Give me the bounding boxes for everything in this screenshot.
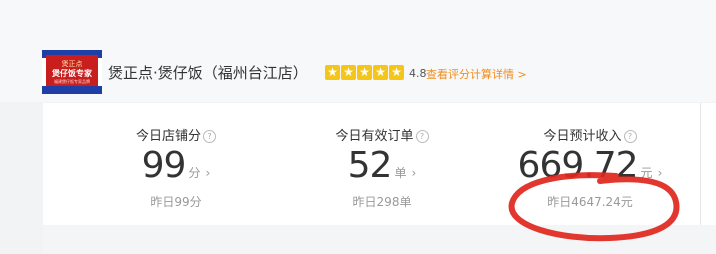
rating-score: 4.8 <box>409 67 427 80</box>
star-icon: ★ <box>373 65 388 80</box>
card-right-edge <box>700 103 716 225</box>
help-icon[interactable]: ? <box>415 130 429 143</box>
metric-label: 今日店铺分? <box>76 125 276 144</box>
logo-line2: 煲仔饭专家 <box>52 68 92 78</box>
metric-value: 52 <box>347 145 393 186</box>
metric-value: 669.72 <box>517 145 639 186</box>
logo-line1: 煲正点 <box>61 59 83 68</box>
star-icon: ★ <box>357 65 372 80</box>
rating-stars: ★ ★ ★ ★ ★ <box>325 65 404 80</box>
metric-yesterday: 昨日4647.24元 <box>547 195 633 209</box>
logo-line3: 福建煲仔饭专家品牌 <box>54 78 90 84</box>
metric-unit: 元 <box>640 166 653 180</box>
star-icon: ★ <box>341 65 356 80</box>
metric-yesterday: 昨日298单 <box>352 195 412 209</box>
star-icon: ★ <box>389 65 404 80</box>
logo-badge: 煲正点 煲仔饭专家 福建煲仔饭专家品牌 <box>46 55 98 89</box>
metric-unit: 分 <box>188 166 201 180</box>
help-icon[interactable]: ? <box>203 130 216 143</box>
chevron-right-icon: › <box>657 166 663 180</box>
top-band <box>0 0 716 40</box>
metric-value-row: 669.72 元 › <box>490 145 690 186</box>
metric-valid-orders[interactable]: 今日有效订单? 52 单 › 昨日298单 <box>282 103 482 225</box>
shop-header: 煲正点 煲仔饭专家 福建煲仔饭专家品牌 煲正点·煲仔饭（福州台江店） ★ ★ ★… <box>0 40 716 102</box>
chevron-right-icon: › <box>205 166 211 180</box>
star-icon: ★ <box>325 65 340 80</box>
metric-value: 99 <box>141 145 187 186</box>
metric-expected-income[interactable]: 今日预计收入? 669.72 元 › 昨日4647.24元 <box>490 103 690 225</box>
metric-store-score[interactable]: 今日店铺分? 99 分 › 昨日99分 <box>76 103 276 225</box>
metric-value-row: 52 单 › <box>282 145 482 186</box>
metric-label: 今日有效订单? <box>282 125 482 144</box>
logo-stripe-bottom <box>42 86 102 94</box>
shop-name: 煲正点·煲仔饭（福州台江店） <box>108 64 308 82</box>
help-icon[interactable]: ? <box>623 130 637 143</box>
chevron-right-icon: › <box>411 166 417 180</box>
rating-detail-link[interactable]: 查看评分计算详情 > <box>426 66 527 82</box>
metric-label: 今日预计收入? <box>490 125 690 144</box>
metric-value-row: 99 分 › <box>76 145 276 186</box>
metric-unit: 单 <box>394 166 407 180</box>
metric-yesterday: 昨日99分 <box>150 195 202 209</box>
shop-logo: 煲正点 煲仔饭专家 福建煲仔饭专家品牌 <box>42 50 102 94</box>
metrics-card: 今日店铺分? 99 分 › 昨日99分 今日有效订单? 52 单 › 昨日298单 … <box>43 103 700 225</box>
bottom-strip <box>43 225 716 254</box>
